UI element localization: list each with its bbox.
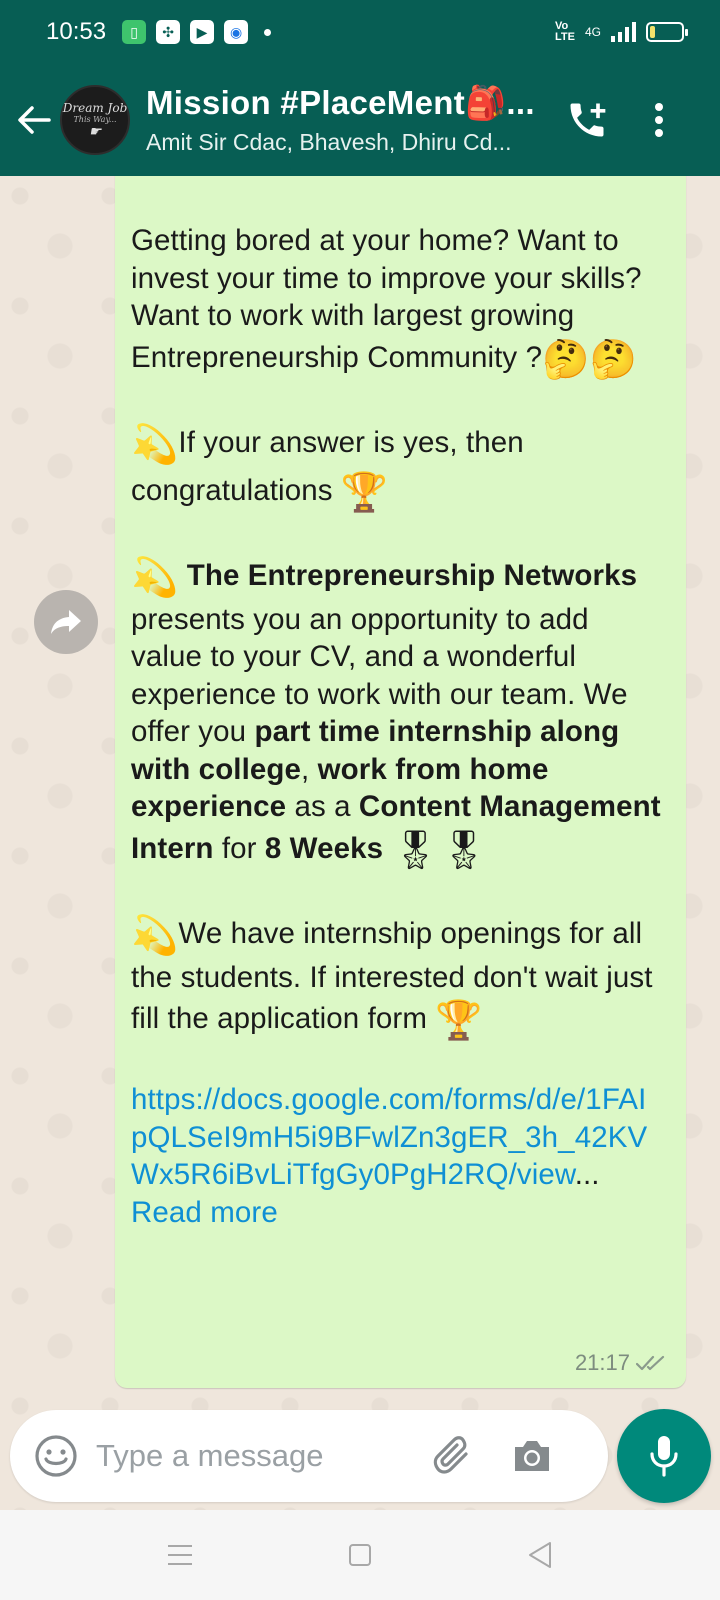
phone-battery-app-icon: ▯ xyxy=(122,20,147,44)
chat-header: Dream Job This Way... ☛ Mission #PlaceMe… xyxy=(0,64,720,176)
message-paragraph: Getting bored at your home? Want to inve… xyxy=(131,224,642,381)
avatar[interactable]: Dream Job This Way... ☛ xyxy=(60,85,130,155)
double-check-icon xyxy=(636,1355,665,1371)
app-notification-icon: ◉ xyxy=(224,20,249,44)
status-time: 10:53 xyxy=(46,18,107,45)
smiley-icon[interactable] xyxy=(32,1432,80,1480)
message-text[interactable]: Getting bored at your home? Want to inve… xyxy=(131,222,661,1231)
settings-app-icon: ✣ xyxy=(156,20,181,44)
message-input[interactable] xyxy=(96,1438,416,1474)
thinking-face-icon: 🤔🤔 xyxy=(542,336,637,381)
status-right: Vo LTE 4G xyxy=(554,20,688,43)
home-square-icon[interactable] xyxy=(340,1535,380,1575)
more-vertical-icon[interactable] xyxy=(637,90,681,150)
forward-icon[interactable] xyxy=(34,590,98,654)
volte-icon: Vo LTE xyxy=(554,20,575,43)
battery-icon xyxy=(646,22,688,42)
battery-level xyxy=(650,26,655,38)
youtube-icon: ▶ xyxy=(190,20,215,44)
more-notifications-dot xyxy=(264,28,272,36)
message-meta: 21:17 xyxy=(575,1350,668,1376)
trophy-icon: 🏆 xyxy=(340,469,389,514)
pointing-hand-icon: ☛ xyxy=(88,123,102,140)
group-members: Amit Sir Cdac, Bhavesh, Dhiru Cd... xyxy=(146,129,512,155)
message-bubble[interactable]: Getting bored at your home? Want to inve… xyxy=(115,176,686,1388)
back-triangle-icon[interactable] xyxy=(520,1535,560,1575)
menu-lines-icon[interactable] xyxy=(160,1535,200,1575)
group-name: Mission #PlaceMent🎒... xyxy=(146,84,535,121)
trophy-icon: 🏆 xyxy=(435,998,483,1042)
add-call-icon[interactable] xyxy=(557,90,617,150)
military-medal-icon: 🎖🎖 xyxy=(391,827,489,872)
message-time: 21:17 xyxy=(574,1350,630,1375)
message-paragraph: https://docs.google.com/forms/d/e/1FAIpQ… xyxy=(131,1083,648,1229)
paperclip-icon[interactable] xyxy=(426,1430,478,1482)
message-paragraph: 💫 The Entrepreneurship Networks presents… xyxy=(131,554,661,872)
notification-icons: ▯ ✣ ▶ ◉ xyxy=(122,20,272,44)
dizzy-star-icon: 💫 xyxy=(131,421,179,466)
network-type: 4G xyxy=(584,25,601,39)
avatar-text-sub: This Way... xyxy=(73,114,117,124)
mic-icon[interactable] xyxy=(617,1409,711,1503)
dizzy-star-icon: 💫 xyxy=(131,554,179,599)
dizzy-star-icon: 💫 xyxy=(131,912,179,957)
message-composer xyxy=(10,1410,608,1502)
form-link[interactable]: https://docs.google.com/forms/d/e/1FAIpQ… xyxy=(131,1083,647,1191)
status-bar: 10:53 ▯ ✣ ▶ ◉ Vo LTE 4G xyxy=(0,0,720,64)
system-nav-bar xyxy=(0,1510,720,1600)
avatar-text-top: Dream Job xyxy=(62,100,128,115)
arrow-left-icon[interactable] xyxy=(4,90,64,150)
message-paragraph: 💫If your answer is yes, then congratulat… xyxy=(131,421,524,514)
camera-icon[interactable] xyxy=(506,1430,558,1482)
read-more-link[interactable]: Read more xyxy=(131,1196,278,1229)
signal-icon xyxy=(611,22,636,42)
message-paragraph: 💫We have internship openings for all the… xyxy=(131,912,653,1043)
chat-area[interactable]: Getting bored at your home? Want to inve… xyxy=(0,176,720,1510)
chat-info[interactable]: Mission #PlaceMent🎒... Amit Sir Cdac, Bh… xyxy=(146,84,541,156)
